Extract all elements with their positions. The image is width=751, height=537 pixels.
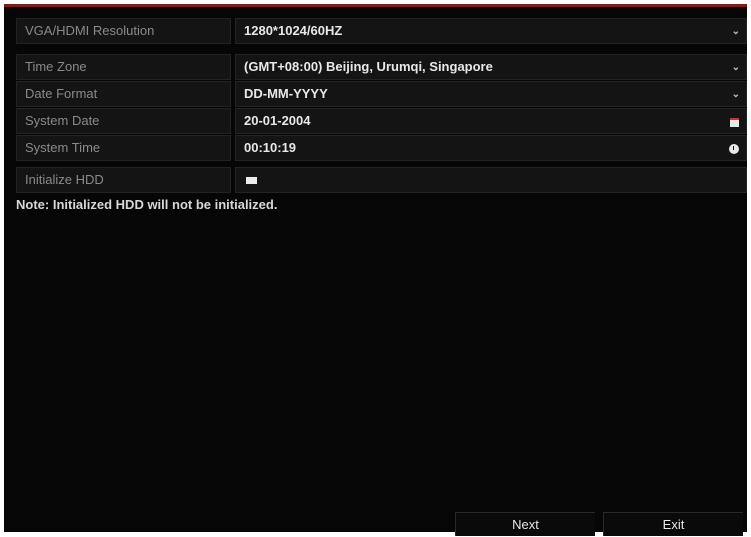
resolution-label: VGA/HDMI Resolution bbox=[16, 18, 231, 44]
chevron-down-icon: ⌄ bbox=[731, 89, 740, 100]
exit-button[interactable]: Exit bbox=[603, 512, 743, 536]
system-time-field[interactable]: 00:10:19 bbox=[235, 135, 747, 161]
system-time-value: 00:10:19 bbox=[244, 140, 297, 155]
calendar-icon[interactable] bbox=[730, 118, 739, 127]
initialize-hdd-label: Initialize HDD bbox=[16, 167, 231, 193]
row-time-zone: Time Zone (GMT+08:00) Beijing, Urumqi, S… bbox=[16, 54, 747, 80]
row-resolution: VGA/HDMI Resolution 1280*1024/60HZ ⌄ bbox=[16, 18, 747, 44]
date-format-label: Date Format bbox=[16, 81, 231, 107]
clock-icon[interactable] bbox=[729, 144, 739, 154]
resolution-value: 1280*1024/60HZ bbox=[244, 23, 343, 38]
system-date-value: 20-01-2004 bbox=[244, 113, 311, 128]
system-date-field[interactable]: 20-01-2004 bbox=[235, 108, 747, 134]
resolution-dropdown[interactable]: 1280*1024/60HZ ⌄ bbox=[235, 18, 747, 44]
row-system-time: System Time 00:10:19 bbox=[16, 135, 747, 161]
chevron-down-icon: ⌄ bbox=[731, 26, 740, 37]
date-format-dropdown[interactable]: DD-MM-YYYY ⌄ bbox=[235, 81, 747, 107]
setup-wizard-panel: VGA/HDMI Resolution 1280*1024/60HZ ⌄ Tim… bbox=[4, 4, 747, 536]
note-text: Note: Initialized HDD will not be initia… bbox=[16, 197, 278, 212]
chevron-down-icon: ⌄ bbox=[731, 62, 740, 73]
next-button[interactable]: Next bbox=[455, 512, 595, 536]
initialize-hdd-field bbox=[235, 167, 747, 193]
row-initialize-hdd: Initialize HDD bbox=[16, 167, 747, 193]
initialize-hdd-checkbox[interactable] bbox=[246, 177, 257, 184]
system-date-label: System Date bbox=[16, 108, 231, 134]
time-zone-label: Time Zone bbox=[16, 54, 231, 80]
system-time-label: System Time bbox=[16, 135, 231, 161]
row-date-format: Date Format DD-MM-YYYY ⌄ bbox=[16, 81, 747, 107]
time-zone-dropdown[interactable]: (GMT+08:00) Beijing, Urumqi, Singapore ⌄ bbox=[235, 54, 747, 80]
row-system-date: System Date 20-01-2004 bbox=[16, 108, 747, 134]
time-zone-value: (GMT+08:00) Beijing, Urumqi, Singapore bbox=[244, 59, 493, 74]
date-format-value: DD-MM-YYYY bbox=[244, 86, 328, 101]
